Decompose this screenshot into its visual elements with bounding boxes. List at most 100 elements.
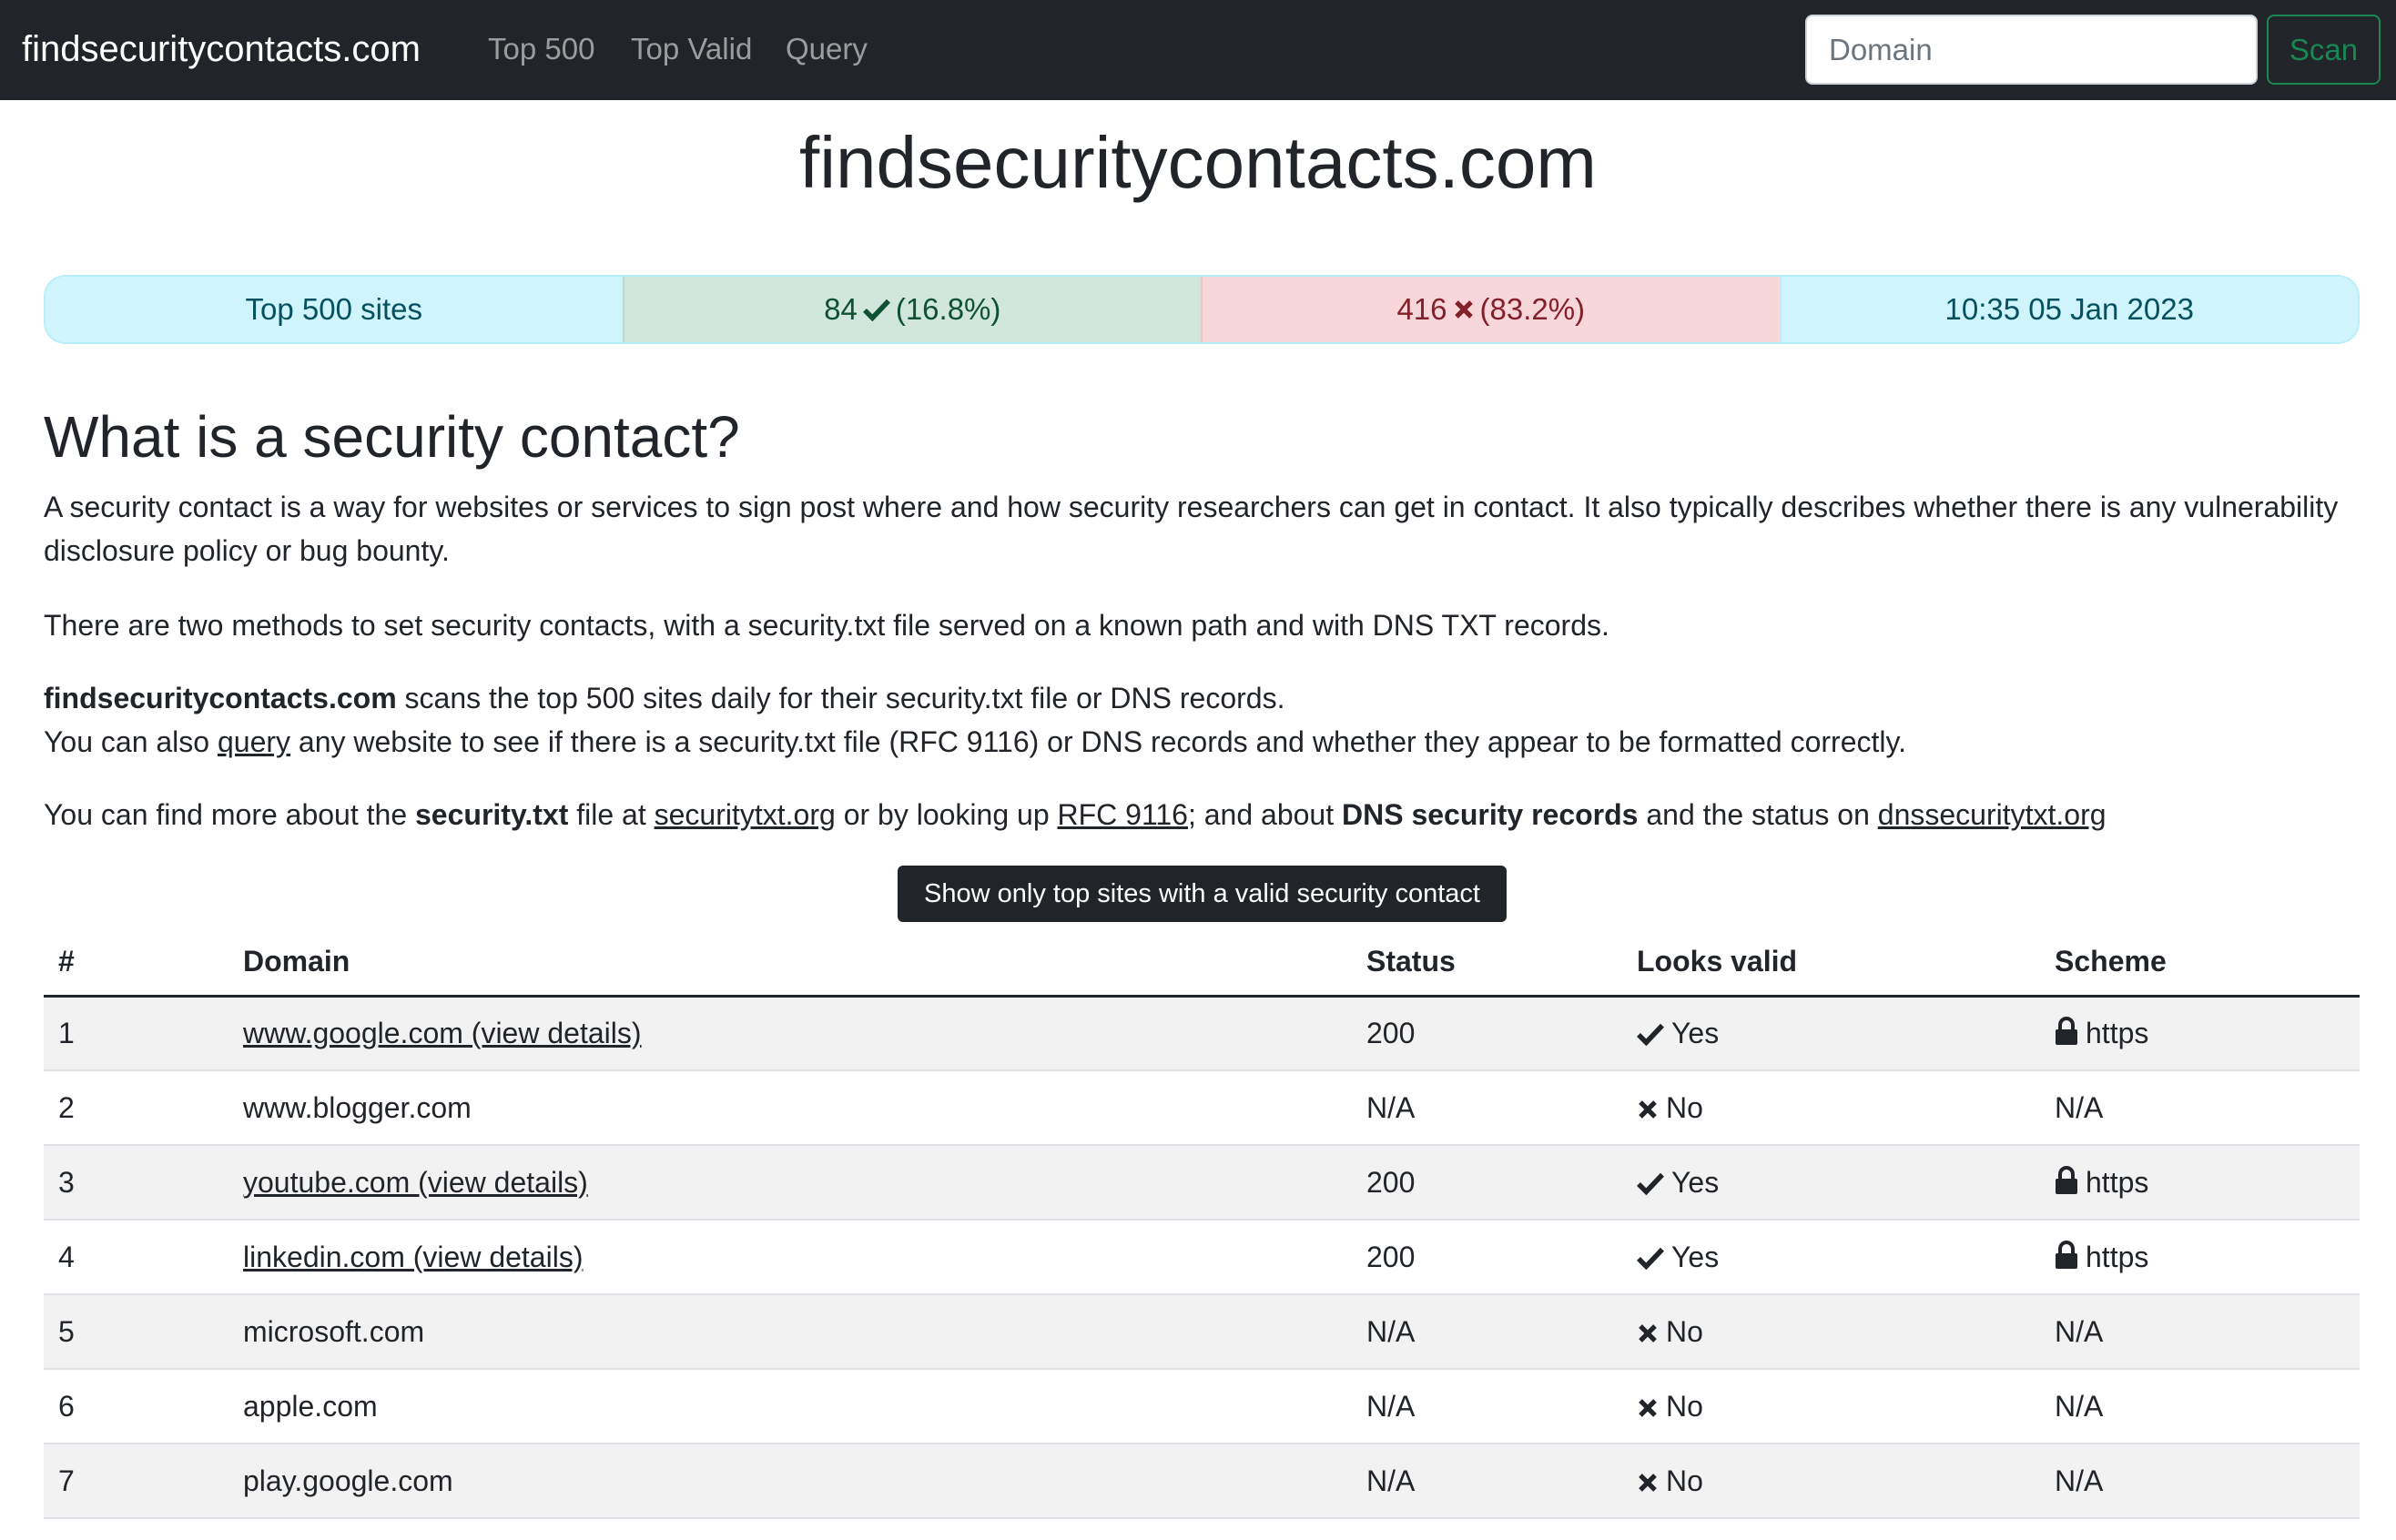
looks-valid-cell: No bbox=[1622, 1070, 2040, 1146]
looks-valid-text: Yes bbox=[1671, 1016, 1720, 1049]
domain-cell: www.google.com (view details) bbox=[228, 996, 1352, 1071]
scheme-text: N/A bbox=[2055, 1389, 2104, 1423]
scheme-text: N/A bbox=[2055, 1314, 2104, 1348]
domain-cell: microsoft.com bbox=[228, 1294, 1352, 1370]
domain-text: microsoft.com bbox=[243, 1314, 425, 1348]
intro-text: and the status on bbox=[1638, 798, 1878, 831]
scheme-cell: https bbox=[2040, 1220, 2360, 1295]
scheme-cell: N/A bbox=[2040, 1294, 2360, 1370]
looks-valid-cell: Yes bbox=[1622, 1145, 2040, 1221]
status-cell: N/A bbox=[1352, 1070, 1622, 1146]
header-looks-valid: Looks valid bbox=[1622, 928, 2040, 998]
status-cell: N/A bbox=[1352, 1444, 1622, 1519]
intro-paragraph-4: You can find more about the security.txt… bbox=[44, 793, 2360, 836]
domain-search-input[interactable] bbox=[1805, 15, 2258, 85]
status-cell: N/A bbox=[1352, 1369, 1622, 1444]
check-icon bbox=[1637, 1172, 1664, 1195]
nav-link-top-valid[interactable]: Top Valid bbox=[631, 25, 752, 73]
stats-label-text: Top 500 sites bbox=[245, 292, 422, 326]
show-valid-only-button[interactable]: Show only top sites with a valid securit… bbox=[898, 866, 1507, 922]
looks-valid-cell: No bbox=[1622, 1369, 2040, 1444]
brand-link[interactable]: findsecuritycontacts.com bbox=[22, 22, 421, 76]
header-scheme: Scheme bbox=[2040, 928, 2360, 998]
rank-cell: 4 bbox=[44, 1220, 228, 1295]
table-row: 4 linkedin.com (view details) 200 Yes https bbox=[44, 1220, 2360, 1295]
status-cell: N/A bbox=[1352, 1294, 1622, 1370]
looks-valid-cell: Yes bbox=[1622, 1220, 2040, 1295]
stats-invalid-count: 416 bbox=[1396, 292, 1447, 326]
table-row: 7 play.google.com N/A No N/A bbox=[44, 1444, 2360, 1519]
check-icon bbox=[862, 299, 890, 321]
rank-cell: 5 bbox=[44, 1294, 228, 1370]
query-link[interactable]: query bbox=[218, 725, 290, 758]
nav-link-query[interactable]: Query bbox=[786, 25, 868, 73]
scheme-cell: https bbox=[2040, 1145, 2360, 1221]
intro-text: You can find more about the bbox=[44, 798, 415, 831]
x-icon bbox=[1639, 1099, 1657, 1119]
stats-valid-pct: (16.8%) bbox=[895, 292, 1001, 326]
looks-valid-cell: No bbox=[1622, 1444, 2040, 1519]
x-icon bbox=[1639, 1323, 1657, 1342]
table-row: 6 apple.com N/A No N/A bbox=[44, 1369, 2360, 1444]
scan-button[interactable]: Scan bbox=[2267, 15, 2381, 85]
domain-details-link[interactable]: linkedin.com (view details) bbox=[243, 1241, 583, 1273]
stats-valid-count: 84 bbox=[824, 292, 858, 326]
scheme-text: N/A bbox=[2055, 1464, 2104, 1497]
rank-cell: 7 bbox=[44, 1444, 228, 1519]
intro-text: file at bbox=[568, 798, 655, 831]
domain-cell: apple.com bbox=[228, 1369, 1352, 1444]
domain-cell: play.google.com bbox=[228, 1444, 1352, 1519]
domain-cell: linkedin.com (view details) bbox=[228, 1220, 1352, 1295]
dnssecuritytxt-org-link[interactable]: dnssecuritytxt.org bbox=[1878, 798, 2107, 831]
intro-text: any website to see if there is a securit… bbox=[290, 725, 1907, 758]
check-icon bbox=[1637, 1023, 1664, 1046]
looks-valid-text: No bbox=[1666, 1389, 1703, 1423]
stats-bar: Top 500 sites 84 (16.8%) 416 (83.2%) 10:… bbox=[44, 275, 2360, 344]
scheme-cell: N/A bbox=[2040, 1070, 2360, 1146]
navbar: findsecuritycontacts.com Top 500 Top Val… bbox=[0, 0, 2396, 100]
status-cell: 200 bbox=[1352, 1220, 1622, 1295]
domain-details-link[interactable]: www.google.com (view details) bbox=[243, 1017, 642, 1049]
section-heading: What is a security contact? bbox=[44, 404, 740, 470]
stats-invalid: 416 (83.2%) bbox=[1201, 277, 1780, 342]
rfc-9116-link[interactable]: RFC 9116 bbox=[1058, 798, 1188, 831]
intro-paragraph-1: A security contact is a way for websites… bbox=[44, 491, 2339, 567]
scheme-text: https bbox=[2086, 1165, 2149, 1199]
scheme-cell: N/A bbox=[2040, 1369, 2360, 1444]
intro-paragraph-2: There are two methods to set security co… bbox=[44, 609, 1609, 642]
table-row: 2 www.blogger.com N/A No N/A bbox=[44, 1070, 2360, 1146]
rank-cell: 3 bbox=[44, 1145, 228, 1221]
domain-text: play.google.com bbox=[243, 1464, 453, 1497]
table-row: 5 microsoft.com N/A No N/A bbox=[44, 1294, 2360, 1370]
nav-link-top-500[interactable]: Top 500 bbox=[488, 25, 594, 73]
domain-cell: www.blogger.com bbox=[228, 1070, 1352, 1146]
looks-valid-cell: No bbox=[1622, 1294, 2040, 1370]
intro-text: ; and about bbox=[1187, 798, 1342, 831]
intro-paragraph-3: findsecuritycontacts.com scans the top 5… bbox=[44, 676, 2360, 764]
scheme-text: https bbox=[2086, 1016, 2149, 1049]
lock-icon bbox=[2056, 1016, 2077, 1045]
domain-details-link[interactable]: youtube.com (view details) bbox=[243, 1166, 588, 1199]
domain-text: apple.com bbox=[243, 1389, 378, 1423]
lock-icon bbox=[2056, 1165, 2077, 1194]
scheme-cell: N/A bbox=[2040, 1444, 2360, 1519]
rank-cell: 1 bbox=[44, 996, 228, 1071]
domain-text: www.blogger.com bbox=[243, 1090, 472, 1124]
stats-timestamp-text: 10:35 05 Jan 2023 bbox=[1944, 292, 2194, 326]
looks-valid-text: Yes bbox=[1671, 1240, 1720, 1273]
securitytxt-org-link[interactable]: securitytxt.org bbox=[655, 798, 836, 831]
stats-timestamp: 10:35 05 Jan 2023 bbox=[1779, 277, 2358, 342]
table-header-row: # Domain Status Looks valid Scheme bbox=[44, 928, 2360, 998]
check-icon bbox=[1637, 1247, 1664, 1270]
table-row: 1 www.google.com (view details) 200 Yes http… bbox=[44, 996, 2360, 1071]
header-rank: # bbox=[44, 928, 228, 998]
scheme-cell: https bbox=[2040, 996, 2360, 1071]
scheme-text: https bbox=[2086, 1240, 2149, 1273]
security-txt-mention: security.txt bbox=[415, 798, 569, 831]
lock-icon bbox=[2056, 1240, 2077, 1269]
scheme-text: N/A bbox=[2055, 1090, 2104, 1124]
stats-valid: 84 (16.8%) bbox=[622, 277, 1201, 342]
status-cell: 200 bbox=[1352, 996, 1622, 1071]
stats-invalid-pct: (83.2%) bbox=[1479, 292, 1586, 326]
sites-table: # Domain Status Looks valid Scheme 1 www.… bbox=[44, 928, 2360, 1519]
